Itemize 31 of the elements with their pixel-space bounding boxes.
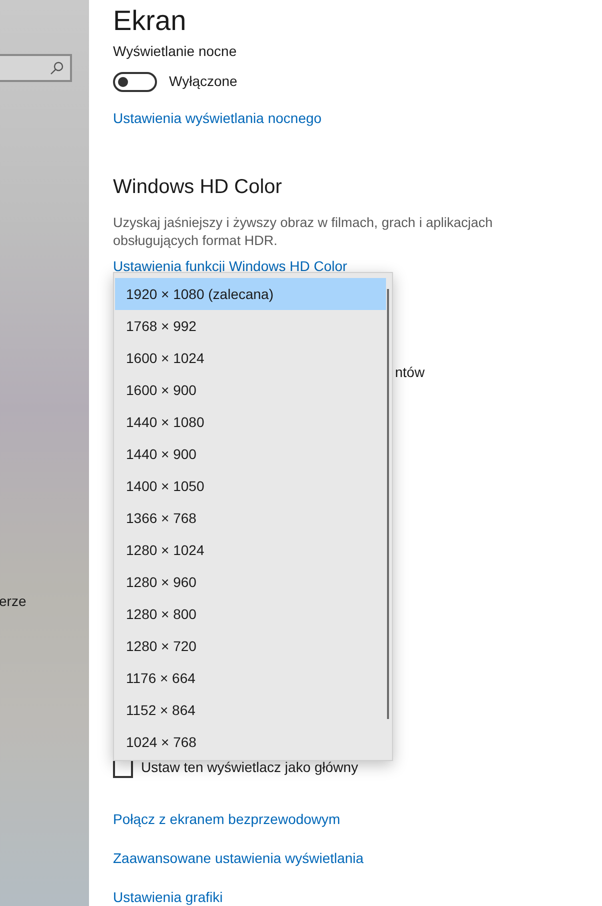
resolution-option[interactable]: 1600 × 900 [115, 374, 386, 406]
hd-color-settings-link[interactable]: Ustawienia funkcji Windows HD Color [113, 256, 513, 276]
resolution-option[interactable]: 1280 × 720 [115, 630, 386, 662]
resolution-option[interactable]: 1768 × 992 [115, 310, 386, 342]
resolution-option[interactable]: 1176 × 664 [115, 662, 386, 694]
scrollbar-thumb[interactable] [387, 289, 389, 719]
toggle-state: Wyłączone [169, 72, 238, 91]
settings-link[interactable]: Zaawansowane ustawienia wyświetlania [113, 848, 513, 868]
settings-link[interactable]: Ustawienia grafiki [113, 887, 513, 906]
resolution-option[interactable]: 1024 × 768 [115, 726, 386, 758]
resolution-option[interactable]: 1600 × 1024 [115, 342, 386, 374]
covered-text: ntów [395, 363, 426, 382]
resolution-option[interactable]: 1366 × 768 [115, 502, 386, 534]
resolution-option[interactable]: 1400 × 1050 [115, 470, 386, 502]
page-title: Ekran [113, 5, 188, 37]
search-icon [50, 61, 64, 75]
resolution-option[interactable]: 1152 × 864 [115, 694, 386, 726]
resolution-option[interactable]: 1440 × 1080 [115, 406, 386, 438]
resolution-option[interactable]: 1280 × 800 [115, 598, 386, 630]
night-light-settings-link[interactable]: Ustawienia wyświetlania nocnego [113, 108, 513, 128]
main-display-label: Ustaw ten wyświetlacz jako główny [141, 758, 358, 777]
section-heading: Windows HD Color [113, 175, 283, 200]
hd-description: Uzyskaj jaśniejszy i żywszy obraz w filmach, grach i aplikacjach obsługujących format HDR. [113, 214, 494, 250]
search-field[interactable] [0, 54, 72, 82]
night-light-toggle[interactable] [113, 72, 157, 92]
resolution-option[interactable]: 1280 × 960 [115, 566, 386, 598]
settings-link[interactable]: Połącz z ekranem bezprzewodowym [113, 809, 513, 829]
resolution-option[interactable]: 1920 × 1080 (zalecana) [115, 278, 386, 310]
resolution-option[interactable]: 1440 × 900 [115, 438, 386, 470]
night-light-label: Wyświetlanie nocne [113, 42, 238, 61]
resolution-option[interactable]: 1280 × 1024 [115, 534, 386, 566]
